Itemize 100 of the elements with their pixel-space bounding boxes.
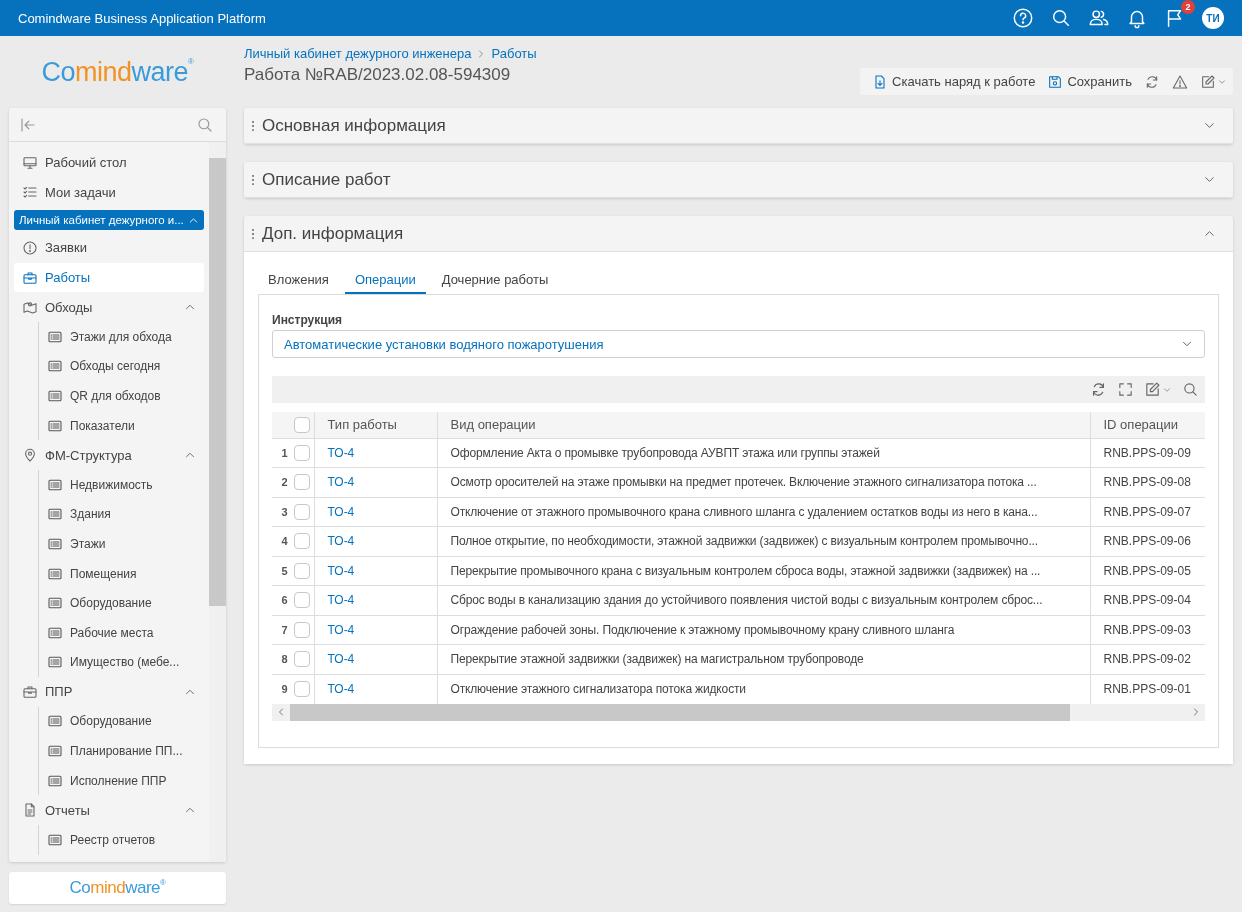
table-cell: RNB.PPS-09-07	[1103, 504, 1191, 519]
table-cell: Отключение этажного сигнализатора потока жидкости	[450, 682, 746, 696]
work-type-link[interactable]: ТО-4	[327, 682, 355, 696]
search-icon[interactable]	[1182, 381, 1199, 398]
breadcrumb-link[interactable]: Работы	[491, 46, 537, 61]
table-cell: RNB.PPS-09-01	[1103, 682, 1191, 696]
row-number: 8	[281, 653, 288, 666]
edit-icon	[1144, 381, 1161, 398]
nav-subitem[interactable]: QR для обходов	[39, 381, 204, 411]
table-cell: RNB.PPS-09-05	[1103, 563, 1191, 578]
nav-group[interactable]: ФМ-Структура	[14, 440, 204, 470]
table-cell: Ограждение рабочей зоны. Подключение к этажному промывочному крану сливного шланга	[450, 622, 955, 637]
refresh-icon[interactable]	[1144, 73, 1160, 90]
table-cell: Осмотр оросителей на этаже промывки на предмет протечек. Включение этажного сигнализатора потока ...	[450, 475, 1037, 490]
row-number: 5	[281, 564, 288, 577]
section-title[interactable]: Основная информация	[262, 115, 446, 136]
nav-subitem[interactable]: Обходы сегодня	[39, 351, 204, 382]
location-pin-icon	[22, 447, 38, 464]
row-number: 6	[281, 594, 288, 607]
row-checkbox[interactable]	[293, 592, 310, 609]
table-cell: Перекрытие промывочного крана с визуальным контролем сброса воды, этажной задвижки (задвижек) на ...	[450, 563, 1041, 578]
nav-subitem[interactable]: Исполнение ППР	[39, 765, 204, 796]
search-icon[interactable]	[196, 115, 214, 134]
row-checkbox[interactable]	[293, 444, 310, 461]
select-all-checkbox[interactable]	[293, 417, 310, 434]
nav-subitem[interactable]: Оборудование	[39, 706, 204, 737]
work-type-link[interactable]: ТО-4	[327, 622, 355, 637]
work-type-link[interactable]: ТО-4	[327, 593, 355, 608]
monitor-icon	[22, 154, 38, 171]
nav-item[interactable]: Рабочий стол	[14, 148, 204, 178]
help-icon[interactable]	[1012, 7, 1034, 29]
row-checkbox[interactable]	[293, 503, 310, 520]
nav-group[interactable]: ППР	[14, 677, 204, 707]
nav-subitem[interactable]: Планирование ПП...	[39, 736, 204, 766]
nav-subitem[interactable]: Показатели	[39, 410, 204, 441]
tab[interactable]: Вложения	[258, 268, 339, 294]
row-checkbox[interactable]	[293, 562, 310, 579]
row-checkbox[interactable]	[293, 621, 310, 638]
column-header[interactable]: Вид операции	[450, 417, 536, 433]
nav-subitem[interactable]: Имущество (мебе...	[39, 647, 204, 678]
warning-icon[interactable]	[1172, 73, 1188, 90]
nav-subitem[interactable]: Рабочие места	[39, 617, 204, 648]
row-number: 9	[281, 683, 288, 695]
work-type-link[interactable]: ТО-4	[327, 475, 355, 490]
table-cell: Полное открытие, по необходимости, этажной задвижки (задвижек) с визуальным контролем промывочно...	[450, 534, 1038, 549]
section-title[interactable]: Описание работ	[262, 169, 391, 190]
scrollbar[interactable]	[209, 142, 226, 862]
nav-subitem[interactable]: Недвижимость	[39, 469, 204, 500]
search-icon[interactable]	[1050, 7, 1072, 29]
work-type-link[interactable]: ТО-4	[327, 504, 355, 519]
app-title: Comindware Business Application Platform	[18, 10, 266, 26]
fullscreen-icon[interactable]	[1117, 381, 1134, 398]
edit-menu-button[interactable]	[1200, 73, 1227, 90]
nav-subitem[interactable]: Этажи	[39, 529, 204, 559]
download-button[interactable]: Скачать наряд к работе	[872, 73, 1036, 90]
map-icon	[22, 299, 38, 316]
nav-group[interactable]: Отчеты	[14, 795, 204, 826]
work-type-link[interactable]: ТО-4	[327, 652, 355, 667]
edit-menu-button[interactable]	[1144, 381, 1172, 398]
breadcrumb-link[interactable]: Личный кабинет дежурного инженера	[244, 46, 472, 61]
row-number: 3	[281, 505, 288, 518]
row-checkbox[interactable]	[293, 651, 310, 668]
table-cell: Отключение от этажного промывочного крана сливного шланга с удалением остатков воды из него в кана...	[450, 504, 1038, 519]
row-number: 7	[281, 623, 288, 636]
nav-subitem[interactable]: Реестр отчетов	[39, 825, 204, 855]
table-cell: Перекрытие этажной задвижки (задвижек) на магистральном трубопроводе	[450, 652, 864, 667]
instruction-dropdown[interactable]: Автоматические установки водяного пожаротушения	[272, 330, 1205, 358]
refresh-icon[interactable]	[1090, 381, 1107, 398]
table-cell: Сброс воды в канализацию здания до устойчивого появления чистой воды с визуальным контролем сброс...	[450, 593, 1043, 608]
nav-subitem[interactable]: Помещения	[39, 558, 204, 589]
nav-item[interactable]: Работы	[14, 262, 204, 293]
briefcase-icon	[22, 683, 38, 700]
nav-group[interactable]: Обходы	[14, 292, 204, 322]
nav-subitem[interactable]: Оборудование	[39, 588, 204, 618]
work-type-link[interactable]: ТО-4	[327, 534, 355, 549]
row-checkbox[interactable]	[293, 533, 310, 550]
row-checkbox[interactable]	[293, 681, 310, 697]
save-icon	[1047, 73, 1064, 90]
save-button[interactable]: Сохранить	[1047, 73, 1132, 90]
tab[interactable]: Дочерние работы	[431, 268, 559, 294]
table-cell: Оформление Акта о промывке трубопровода АУВПТ этажа или группы этажей	[450, 445, 880, 460]
work-type-link[interactable]: ТО-4	[327, 563, 355, 578]
table-cell: RNB.PPS-09-04	[1103, 593, 1191, 608]
edit-icon	[1200, 73, 1216, 90]
user-avatar[interactable]: ТИ	[1202, 7, 1224, 29]
row-checkbox[interactable]	[293, 474, 310, 491]
section-title[interactable]: Доп. информация	[262, 223, 404, 244]
work-type-link[interactable]: ТО-4	[327, 445, 355, 460]
nav-subitem[interactable]: Этажи для обхода	[39, 321, 204, 352]
page-title: Работа №RAB/2023.02.08-594309	[244, 65, 512, 85]
table-cell: RNB.PPS-09-09	[1103, 445, 1191, 460]
tab[interactable]: Операции	[344, 268, 426, 294]
nav-item[interactable]: Заявки	[14, 233, 204, 263]
document-icon	[22, 802, 38, 819]
app-section-header[interactable]: Личный кабинет дежурного и...	[14, 210, 204, 231]
horizontal-scrollbar[interactable]	[272, 703, 1205, 721]
table-cell: RNB.PPS-09-02	[1103, 652, 1191, 667]
nav-subitem[interactable]: Здания	[39, 499, 204, 530]
nav-item[interactable]: Мои задачи	[14, 177, 204, 208]
table-cell: RNB.PPS-09-08	[1103, 475, 1191, 490]
